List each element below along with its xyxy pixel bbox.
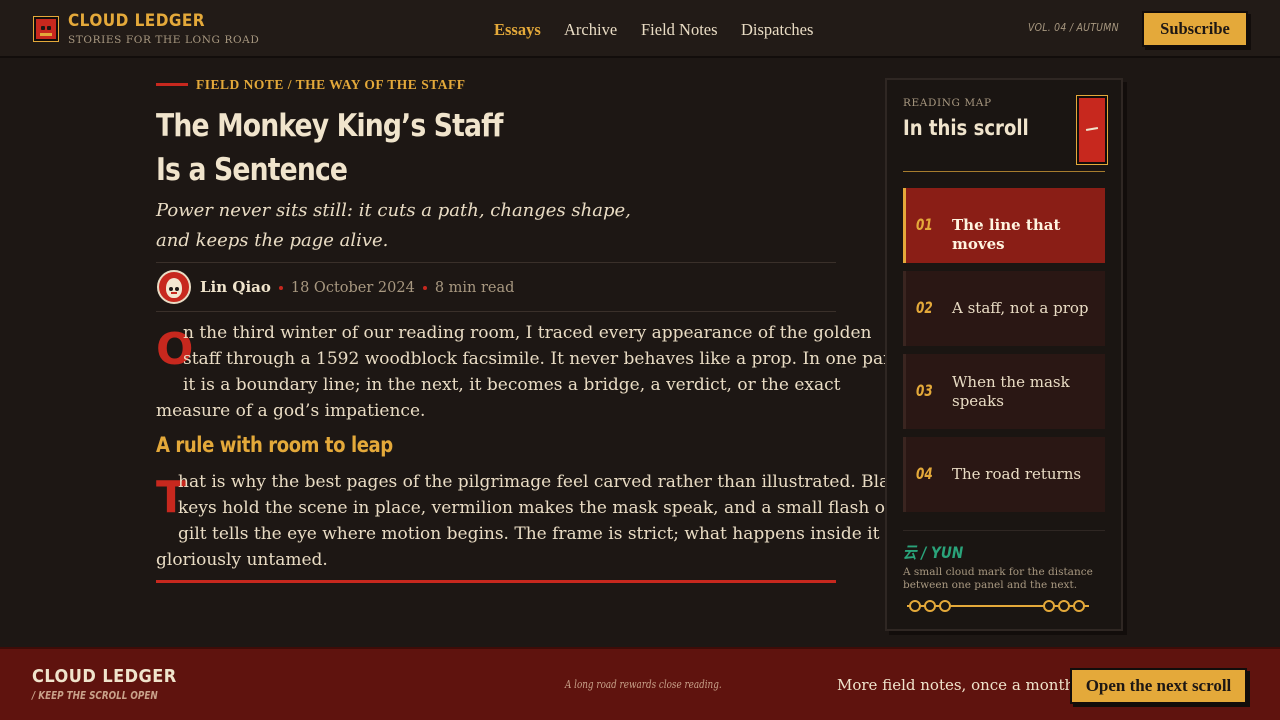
yun-description-line: A small cloud mark for the distance bbox=[903, 566, 1093, 578]
toc-item-mask-speaks[interactable]: 03 When the mask speaks bbox=[903, 354, 1105, 429]
paragraph-line: n the third winter of our reading room, … bbox=[183, 323, 872, 343]
toc-label: The road returns bbox=[952, 465, 1082, 483]
footer-more-text: More field notes, once a month. bbox=[837, 676, 1079, 694]
divider bbox=[156, 311, 836, 312]
section-subhead: A rule with room to leap bbox=[156, 433, 393, 457]
paragraph-line: gilt tells the eye where motion begins. … bbox=[178, 524, 900, 544]
kicker-rule bbox=[156, 83, 188, 86]
article-end-rule bbox=[156, 580, 836, 583]
reading-map-title: In this scroll bbox=[903, 116, 1029, 140]
site-footer: CLOUD LEDGER / KEEP THE SCROLL OPEN A lo… bbox=[0, 647, 1280, 720]
title-line: The Monkey King’s Staff bbox=[156, 108, 503, 144]
body-paragraph: n the third winter of our reading room, … bbox=[156, 320, 910, 424]
paragraph-line: staff through a 1592 woodblock facsimile… bbox=[183, 349, 910, 369]
divider bbox=[903, 171, 1105, 172]
paragraph-line: gloriously untamed. bbox=[156, 550, 328, 570]
separator-dot bbox=[422, 285, 427, 290]
toc-label: The line that moves bbox=[952, 216, 1061, 253]
nav-item-dispatches[interactable]: Dispatches bbox=[741, 20, 813, 40]
yun-description: A small cloud mark for the distance betw… bbox=[903, 566, 1103, 592]
monkey-mask-icon bbox=[166, 278, 182, 298]
dek-line: Power never sits still: it cuts a path, … bbox=[156, 200, 631, 221]
paragraph-line: measure of a god’s impatience. bbox=[156, 401, 426, 421]
footer-brand[interactable]: CLOUD LEDGER bbox=[32, 666, 177, 687]
divider bbox=[156, 262, 836, 263]
byline: Lin Qiao 18 October 2024 8 min read bbox=[200, 277, 514, 297]
body-paragraph: hat is why the best pages of the pilgrim… bbox=[156, 469, 910, 573]
site-header: CLOUD LEDGER STORIES FOR THE LONG ROAD E… bbox=[0, 0, 1280, 58]
toc-item-road-returns[interactable]: 04 The road returns bbox=[903, 437, 1105, 512]
author-name[interactable]: Lin Qiao bbox=[200, 278, 271, 296]
author-avatar[interactable] bbox=[157, 270, 191, 304]
separator-dot bbox=[278, 285, 283, 290]
title-line: Is a Sentence bbox=[156, 152, 348, 188]
toc-number: 02 bbox=[916, 298, 933, 317]
divider bbox=[903, 530, 1105, 531]
footer-tagline: / KEEP THE SCROLL OPEN bbox=[32, 689, 158, 702]
article-kicker: FIELD NOTE / THE WAY OF THE STAFF bbox=[196, 77, 466, 92]
toc-number: 04 bbox=[916, 464, 933, 483]
nav-item-archive[interactable]: Archive bbox=[564, 20, 617, 40]
toc-label: A staff, not a prop bbox=[952, 299, 1089, 317]
paragraph-line: it is a boundary line; in the next, it b… bbox=[183, 375, 841, 395]
open-next-scroll-button[interactable]: Open the next scroll bbox=[1070, 668, 1247, 704]
reading-map-label: READING MAP bbox=[903, 97, 992, 109]
read-time: 8 min read bbox=[434, 280, 515, 296]
toc-label: When the mask speaks bbox=[952, 373, 1070, 410]
toc-item-line-that-moves[interactable]: 01 The line that moves bbox=[903, 188, 1105, 263]
volume-label: VOL. 04 / AUTUMN bbox=[1028, 21, 1119, 34]
publish-date: 18 October 2024 bbox=[290, 280, 415, 296]
seal-stamp-icon bbox=[1076, 95, 1108, 165]
nav-item-essays[interactable]: Essays bbox=[494, 20, 541, 40]
toc-number: 03 bbox=[916, 381, 933, 400]
article-dek: Power never sits still: it cuts a path, … bbox=[156, 196, 676, 256]
nav-item-field-notes[interactable]: Field Notes bbox=[641, 20, 718, 40]
yun-title: 云 / YUN bbox=[903, 543, 964, 562]
paragraph-line: hat is why the best pages of the pilgrim… bbox=[178, 472, 910, 492]
reading-map: READING MAP In this scroll 01 The line t… bbox=[885, 78, 1123, 631]
yun-description-line: between one panel and the next. bbox=[903, 579, 1078, 591]
dek-line: and keeps the page alive. bbox=[156, 230, 389, 251]
cloud-mark-icon bbox=[907, 600, 1089, 612]
footer-quote: A long road rewards close reading. bbox=[565, 678, 722, 691]
toc-number: 01 bbox=[916, 215, 933, 234]
paragraph-line: keys hold the scene in place, vermilion … bbox=[178, 498, 892, 518]
toc-item-staff-not-prop[interactable]: 02 A staff, not a prop bbox=[903, 271, 1105, 346]
subscribe-button[interactable]: Subscribe bbox=[1142, 11, 1248, 47]
article-title: The Monkey King’s Staff Is a Sentence bbox=[156, 104, 603, 192]
